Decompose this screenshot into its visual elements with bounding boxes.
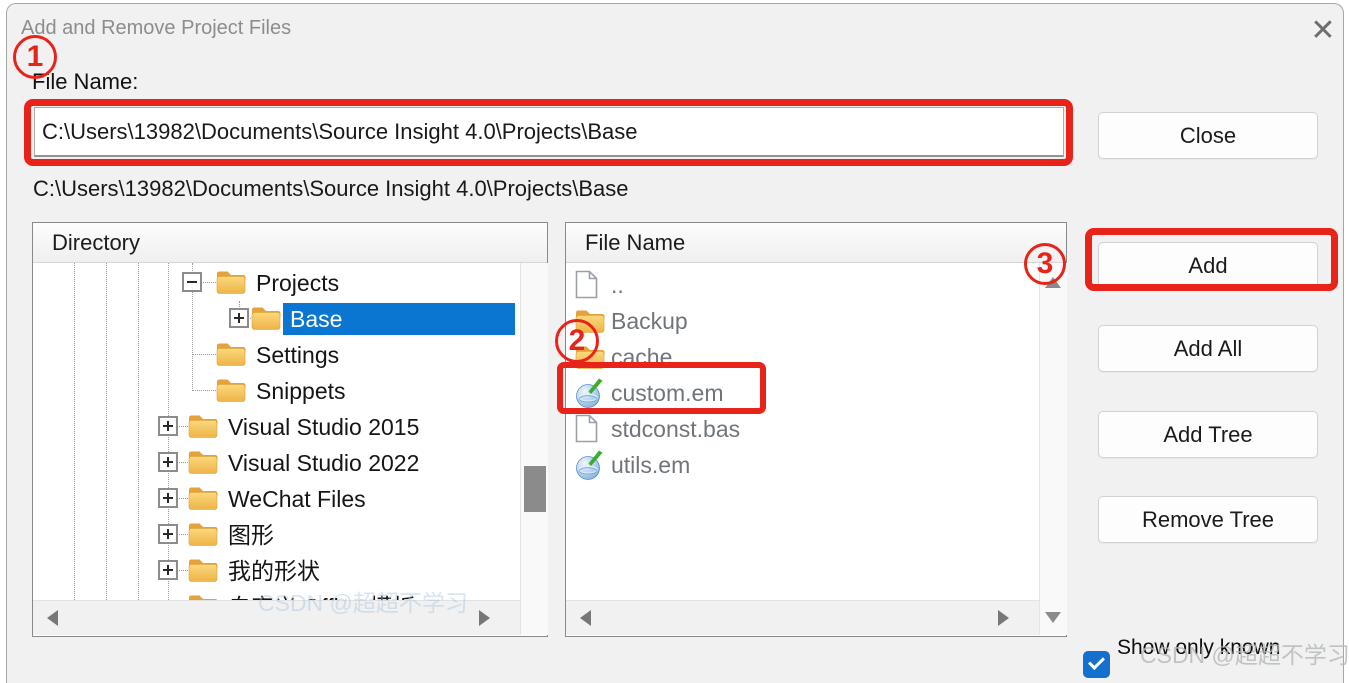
file-panel-header: File Name [566,223,1066,263]
file-horizontal-scrollbar[interactable] [566,600,1039,635]
directory-panel: Directory ProjectsBaseSettingsSnippetsVi… [32,222,548,637]
tree-row[interactable] [33,337,547,373]
scrollbar-thumb[interactable] [524,466,546,512]
directory-vertical-scrollbar[interactable] [520,263,548,635]
close-button[interactable]: Close [1098,112,1318,159]
directory-tree: ProjectsBaseSettingsSnippetsVisual Studi… [33,263,547,602]
tree-row[interactable] [33,481,547,517]
tree-row[interactable] [33,409,547,445]
tree-row[interactable] [33,301,547,337]
add-button[interactable]: Add [1098,242,1318,289]
annotation-step3-circle: 3 [1024,243,1066,285]
scroll-down-icon[interactable] [1045,612,1061,623]
show-only-known-checkbox[interactable] [1083,651,1110,678]
file-row[interactable] [566,375,1066,411]
file-row[interactable] [566,411,1066,447]
annotation-step1-circle: 1 [13,35,57,79]
tree-row[interactable] [33,553,547,589]
tree-row[interactable] [33,517,547,553]
file-list: ..Backupcachecustom.emstdconst.basutils.… [566,263,1066,602]
close-icon[interactable]: ✕ [1303,10,1343,50]
annotation-step2-circle: 2 [555,319,599,363]
scroll-left-icon[interactable] [47,610,58,626]
scroll-right-icon[interactable] [998,610,1009,626]
tree-row[interactable] [33,265,547,301]
add-all-button[interactable]: Add All [1098,325,1318,372]
directory-panel-header: Directory [33,223,547,263]
scroll-left-icon[interactable] [580,610,591,626]
show-only-known-label: Show only known [1117,636,1280,660]
file-row[interactable] [566,267,1066,303]
file-name-input[interactable] [34,107,1064,157]
file-row[interactable] [566,447,1066,483]
current-path-text: C:\Users\13982\Documents\Source Insight … [33,176,629,202]
file-row[interactable] [566,303,1066,339]
tree-row[interactable] [33,373,547,409]
remove-tree-button[interactable]: Remove Tree [1098,496,1318,543]
scroll-right-icon[interactable] [479,610,490,626]
add-tree-button[interactable]: Add Tree [1098,411,1318,458]
dialog-title: Add and Remove Project Files [21,17,291,40]
file-row[interactable] [566,339,1066,375]
file-list-panel: File Name ..Backupcachecustom.emstdconst… [565,222,1067,637]
directory-horizontal-scrollbar[interactable] [33,600,520,635]
tree-row[interactable] [33,445,547,481]
file-vertical-scrollbar[interactable] [1039,263,1067,635]
